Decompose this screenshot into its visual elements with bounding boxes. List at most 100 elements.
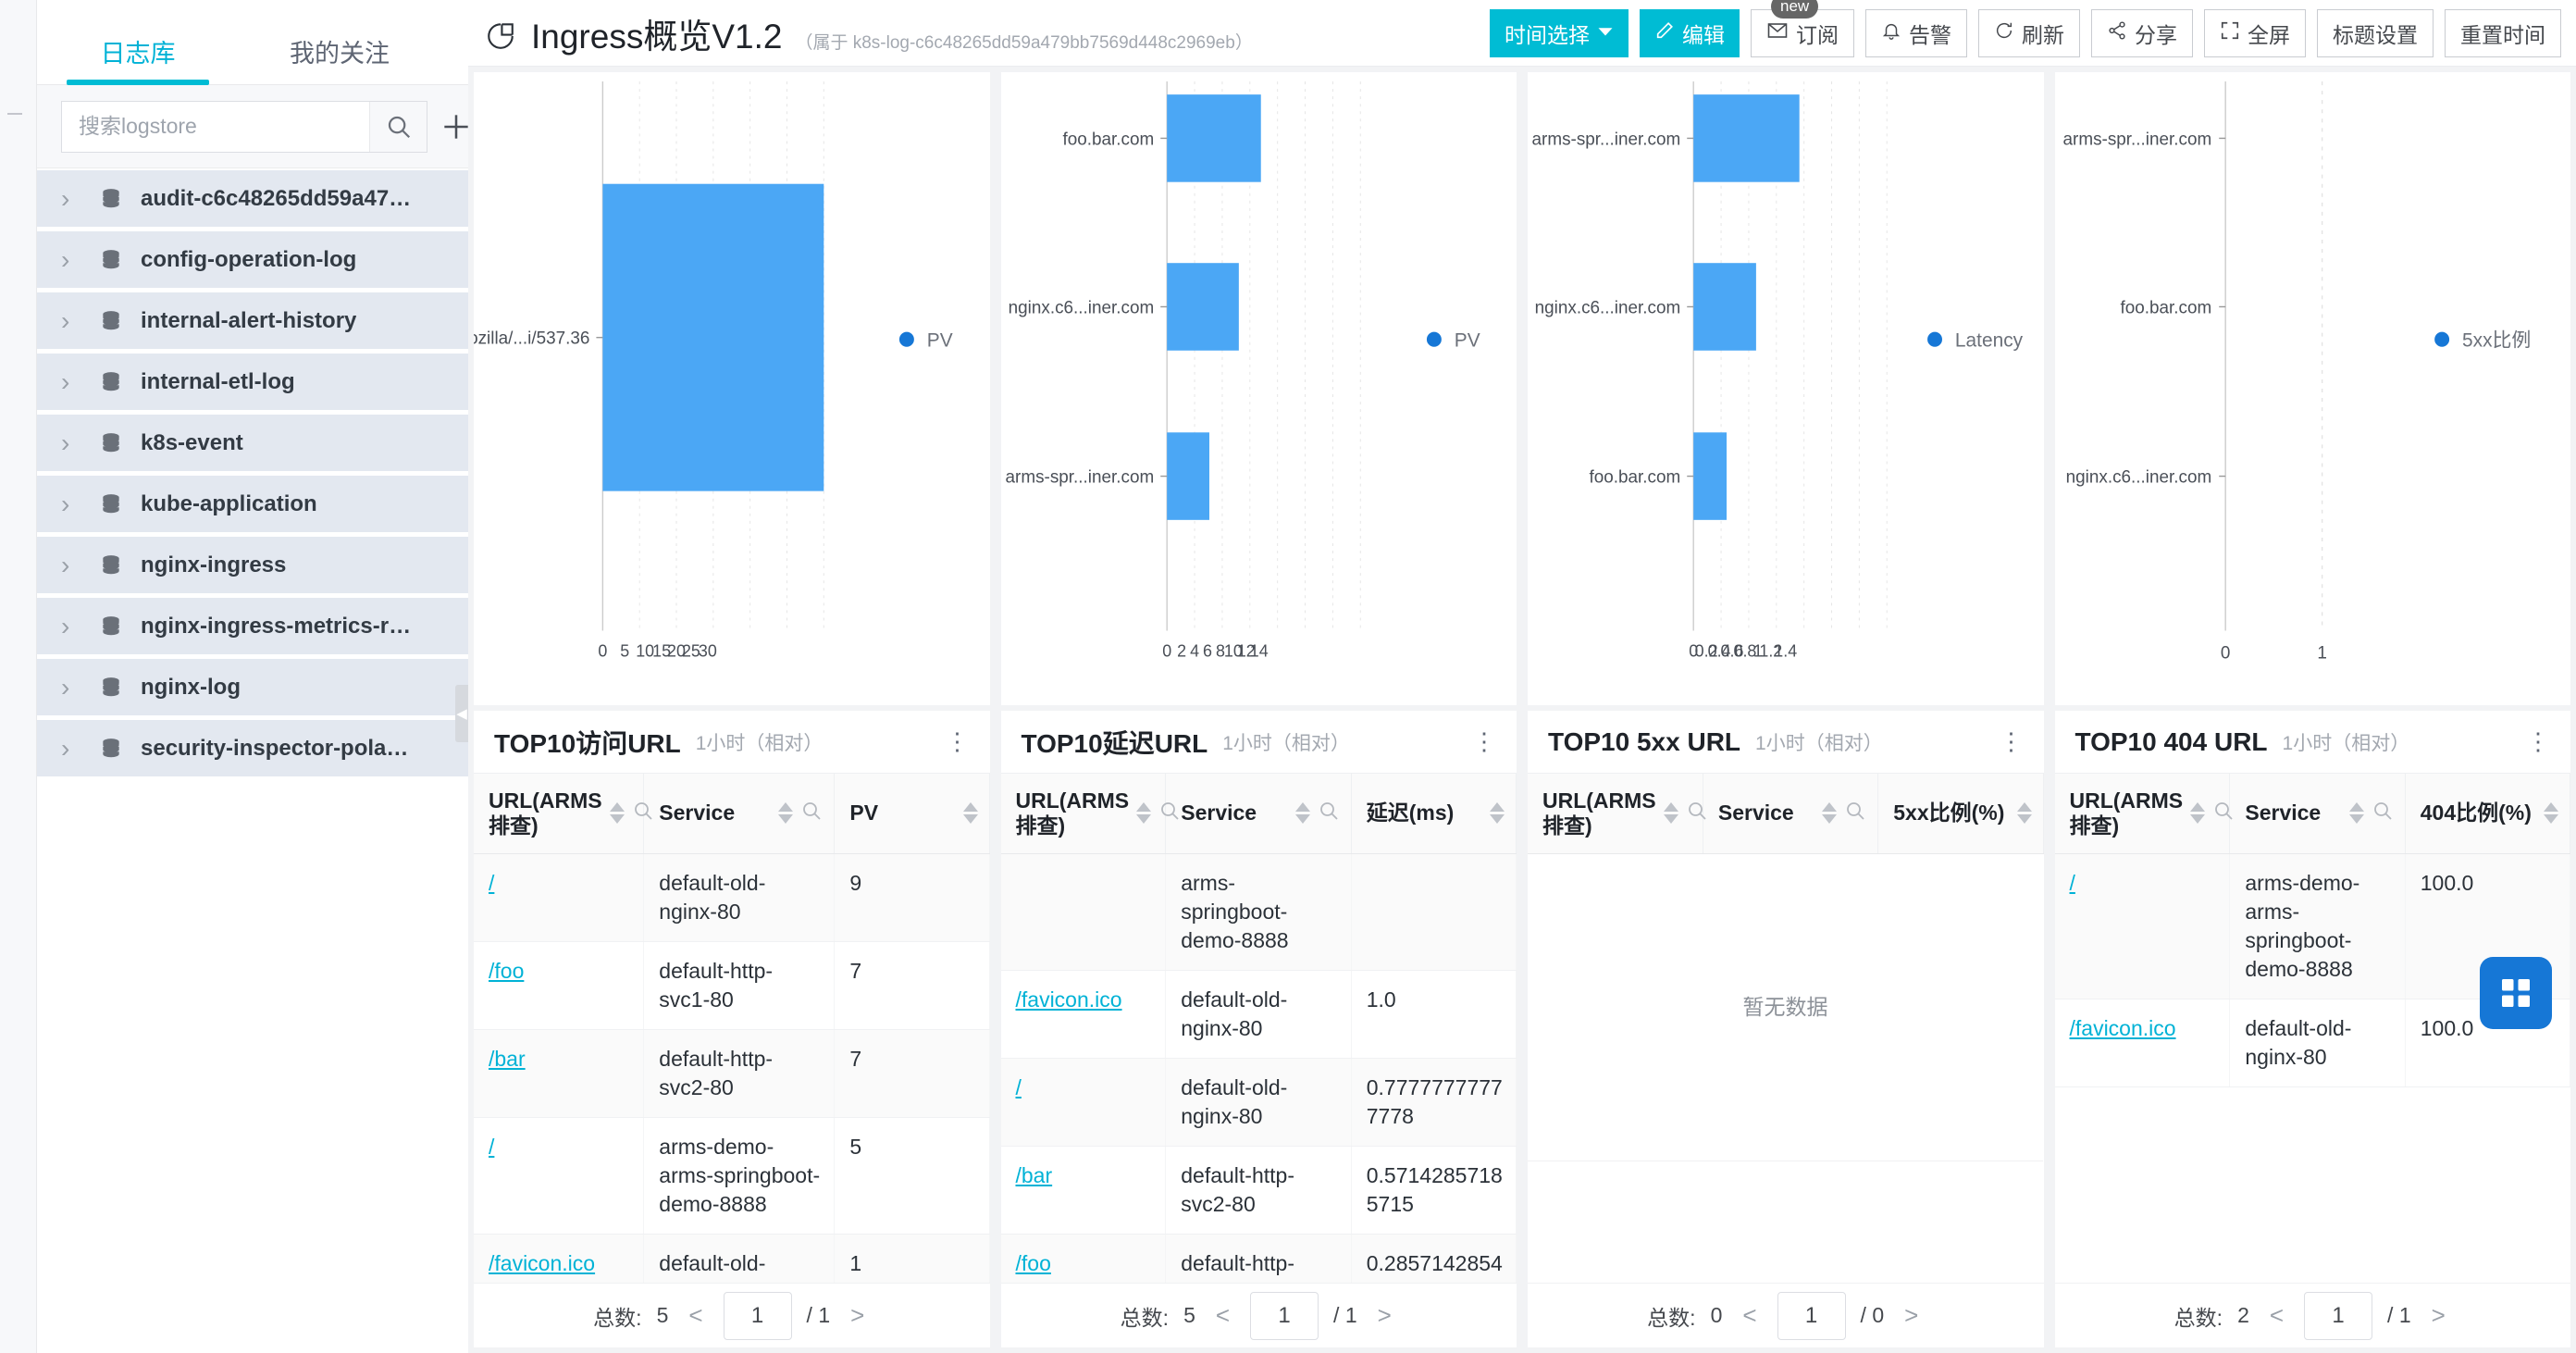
table-row[interactable]: /bardefault-http-svc2-800.57142857185715 (1001, 1146, 1517, 1234)
column-header-service[interactable]: Service (1703, 774, 1877, 853)
sort-icon[interactable] (2017, 802, 2032, 824)
url-link[interactable]: /favicon.ico (2070, 1016, 2176, 1040)
prev-page-button[interactable]: < (1210, 1301, 1235, 1330)
sidebar-collapse-handle[interactable]: ◀ (455, 685, 468, 742)
chevron-right-icon[interactable]: › (61, 430, 81, 456)
column-header-url[interactable]: URL(ARMS排查) (1528, 774, 1703, 853)
panel-menu-icon[interactable]: ⋮ (2526, 733, 2550, 750)
sort-icon[interactable] (2349, 802, 2364, 824)
next-page-button[interactable]: > (2426, 1301, 2451, 1330)
column-header-latency[interactable]: 延迟(ms) (1351, 774, 1516, 853)
edit-button[interactable]: 编辑 (1640, 9, 1740, 57)
sort-icon[interactable] (610, 802, 625, 824)
page-input[interactable]: 1 (1777, 1292, 1846, 1340)
sort-icon[interactable] (778, 802, 793, 824)
search-icon[interactable] (1844, 800, 1866, 827)
column-header-404-ratio[interactable]: 404比例(%) (2405, 774, 2570, 853)
tab-my-follow[interactable]: 我的关注 (239, 33, 440, 84)
sort-icon[interactable] (1136, 802, 1151, 824)
chevron-right-icon[interactable]: › (61, 614, 81, 639)
next-page-button[interactable]: > (1899, 1301, 1924, 1330)
search-icon[interactable] (1686, 800, 1708, 827)
column-header-service[interactable]: Service (1166, 774, 1352, 853)
list-item[interactable]: › config-operation-log (37, 231, 468, 288)
list-item[interactable]: › internal-etl-log (37, 354, 468, 410)
sort-icon[interactable] (1664, 802, 1678, 824)
table-row[interactable]: /foodefault-http-svc1-807 (474, 941, 989, 1029)
column-header-url[interactable]: URL(ARMS排查) (2055, 774, 2230, 853)
alert-button[interactable]: 告警 (1865, 9, 1967, 57)
search-icon[interactable] (2372, 800, 2394, 827)
url-link[interactable]: /favicon.ico (489, 1251, 595, 1275)
page-input[interactable]: 1 (724, 1292, 792, 1340)
chevron-right-icon[interactable]: › (61, 308, 81, 334)
search-button[interactable] (369, 102, 427, 152)
table-row[interactable]: /favicon.icodefault-old-nginx-801 (474, 1234, 989, 1283)
table-row[interactable]: /arms-demo-arms-springboot-demo-88885 (474, 1117, 989, 1234)
url-link[interactable]: /foo (1016, 1251, 1051, 1275)
next-page-button[interactable]: > (845, 1301, 870, 1330)
tab-logstore[interactable]: 日志库 (37, 33, 239, 84)
url-link[interactable]: / (2070, 871, 2075, 895)
prev-page-button[interactable]: < (683, 1301, 708, 1330)
sort-icon[interactable] (2544, 802, 2558, 824)
panel-menu-icon[interactable]: ⋮ (2000, 733, 2024, 750)
table-row[interactable]: /default-old-nginx-809 (474, 853, 989, 941)
column-header-service[interactable]: Service (2230, 774, 2405, 853)
list-item[interactable]: › nginx-ingress (37, 537, 468, 593)
url-link[interactable]: /foo (489, 959, 524, 983)
table-row[interactable]: /bardefault-http-svc2-807 (474, 1029, 989, 1117)
url-link[interactable]: /bar (1016, 1163, 1053, 1187)
list-item[interactable]: › nginx-log (37, 659, 468, 715)
table-row[interactable]: arms-springboot-demo-8888 (1001, 853, 1517, 970)
list-item[interactable]: › security-inspector-pola… (37, 720, 468, 776)
column-header-pv[interactable]: PV (835, 774, 989, 853)
chevron-right-icon[interactable]: › (61, 491, 81, 517)
list-item[interactable]: › nginx-ingress-metrics-r… (37, 598, 468, 654)
column-header-5xx-ratio[interactable]: 5xx比例(%) (1878, 774, 2043, 853)
time-picker-button[interactable]: 时间选择 (1490, 9, 1629, 57)
table-row[interactable]: /default-old-nginx-800.77777777777778 (1001, 1058, 1517, 1146)
list-item[interactable]: › audit-c6c48265dd59a47… (37, 170, 468, 227)
chevron-right-icon[interactable]: › (61, 675, 81, 701)
list-item[interactable]: › internal-alert-history (37, 292, 468, 349)
prev-page-button[interactable]: < (1737, 1301, 1762, 1330)
fullscreen-button[interactable]: 全屏 (2204, 9, 2306, 57)
share-button[interactable]: 分享 (2091, 9, 2193, 57)
url-link[interactable]: / (489, 1135, 494, 1159)
column-header-url[interactable]: URL(ARMS排查) (1001, 774, 1166, 853)
table-row[interactable]: /favicon.icodefault-old-nginx-801.0 (1001, 970, 1517, 1058)
url-link[interactable]: /favicon.ico (1016, 987, 1122, 1012)
sort-icon[interactable] (1490, 802, 1505, 824)
sort-icon[interactable] (2190, 802, 2205, 824)
chevron-right-icon[interactable]: › (61, 247, 81, 273)
list-item[interactable]: › k8s-event (37, 415, 468, 471)
next-page-button[interactable]: > (1372, 1301, 1397, 1330)
refresh-button[interactable]: 刷新 (1978, 9, 2080, 57)
list-item[interactable]: › kube-application (37, 476, 468, 532)
sort-icon[interactable] (1295, 802, 1310, 824)
sort-icon[interactable] (963, 802, 978, 824)
chevron-right-icon[interactable]: › (61, 552, 81, 578)
chevron-right-icon[interactable]: › (61, 736, 81, 762)
page-input[interactable]: 1 (2304, 1292, 2372, 1340)
column-header-service[interactable]: Service (644, 774, 835, 853)
search-box[interactable] (61, 101, 427, 153)
url-link[interactable]: /bar (489, 1047, 526, 1071)
search-icon[interactable] (1318, 800, 1340, 827)
sort-icon[interactable] (1822, 802, 1837, 824)
url-link[interactable]: / (1016, 1075, 1022, 1099)
reset-time-button[interactable]: 重置时间 (2445, 9, 2561, 57)
title-settings-button[interactable]: 标题设置 (2317, 9, 2434, 57)
column-header-url[interactable]: URL(ARMS排查) (474, 774, 644, 853)
panel-menu-icon[interactable]: ⋮ (1472, 733, 1496, 750)
chevron-right-icon[interactable]: › (61, 369, 81, 395)
widget-gallery-fab[interactable] (2480, 957, 2552, 1029)
panel-menu-icon[interactable]: ⋮ (946, 733, 970, 750)
search-icon[interactable] (800, 800, 823, 827)
url-link[interactable]: / (489, 871, 494, 895)
search-input[interactable] (62, 102, 369, 152)
chevron-right-icon[interactable]: › (61, 186, 81, 212)
search-icon[interactable] (1158, 800, 1181, 827)
search-icon[interactable] (632, 800, 654, 827)
